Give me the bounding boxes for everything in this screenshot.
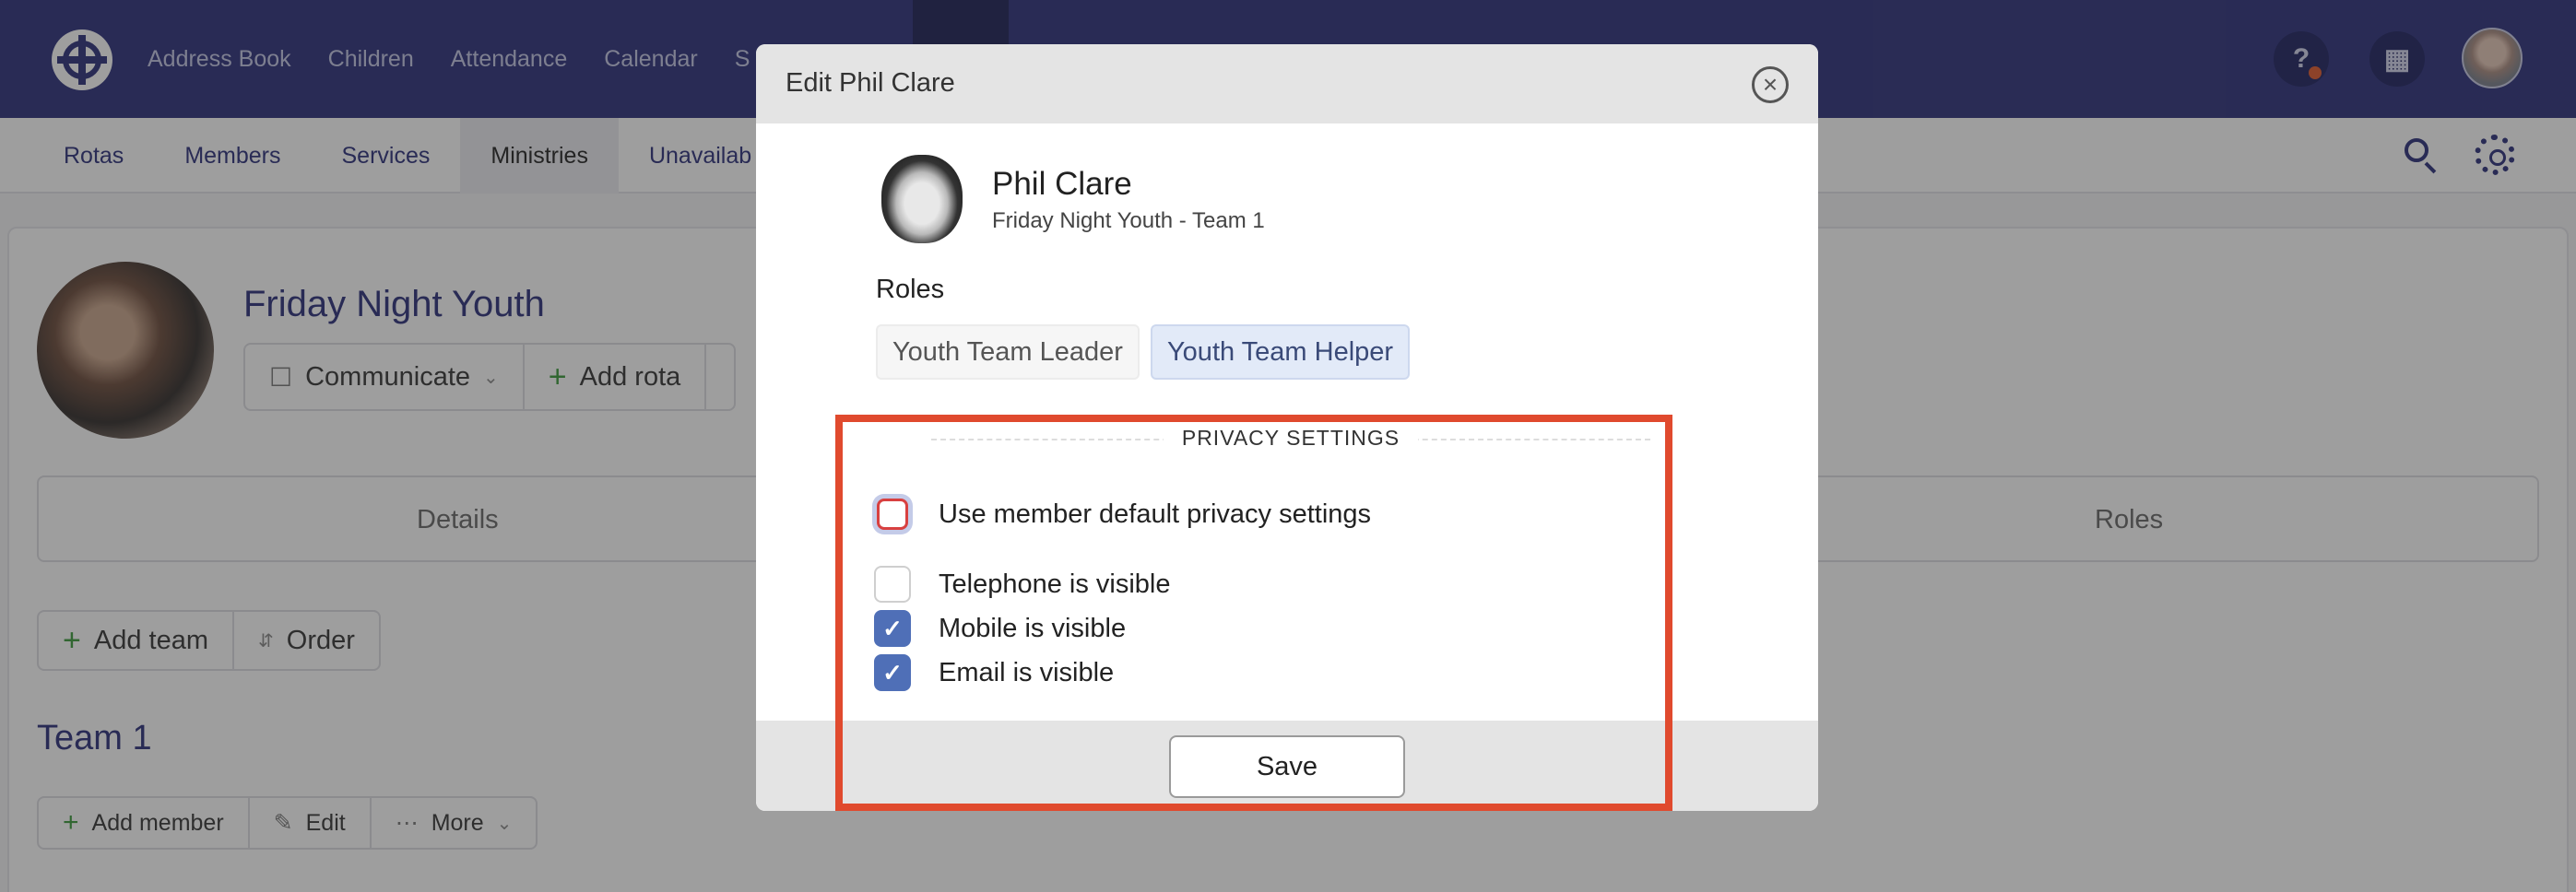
modal-title: Edit Phil Clare	[786, 68, 955, 98]
member-subtitle: Friday Night Youth - Team 1	[992, 208, 1265, 233]
role-youth-team-helper[interactable]: Youth Team Helper	[1151, 324, 1411, 380]
modal-header: Edit Phil Clare ×	[756, 44, 1818, 123]
member-avatar	[881, 155, 963, 243]
role-youth-team-leader[interactable]: Youth Team Leader	[876, 324, 1140, 380]
roles-label: Roles	[876, 275, 945, 304]
close-icon[interactable]: ×	[1752, 66, 1789, 103]
highlight-annotation	[835, 415, 1672, 811]
member-name: Phil Clare	[992, 166, 1132, 202]
